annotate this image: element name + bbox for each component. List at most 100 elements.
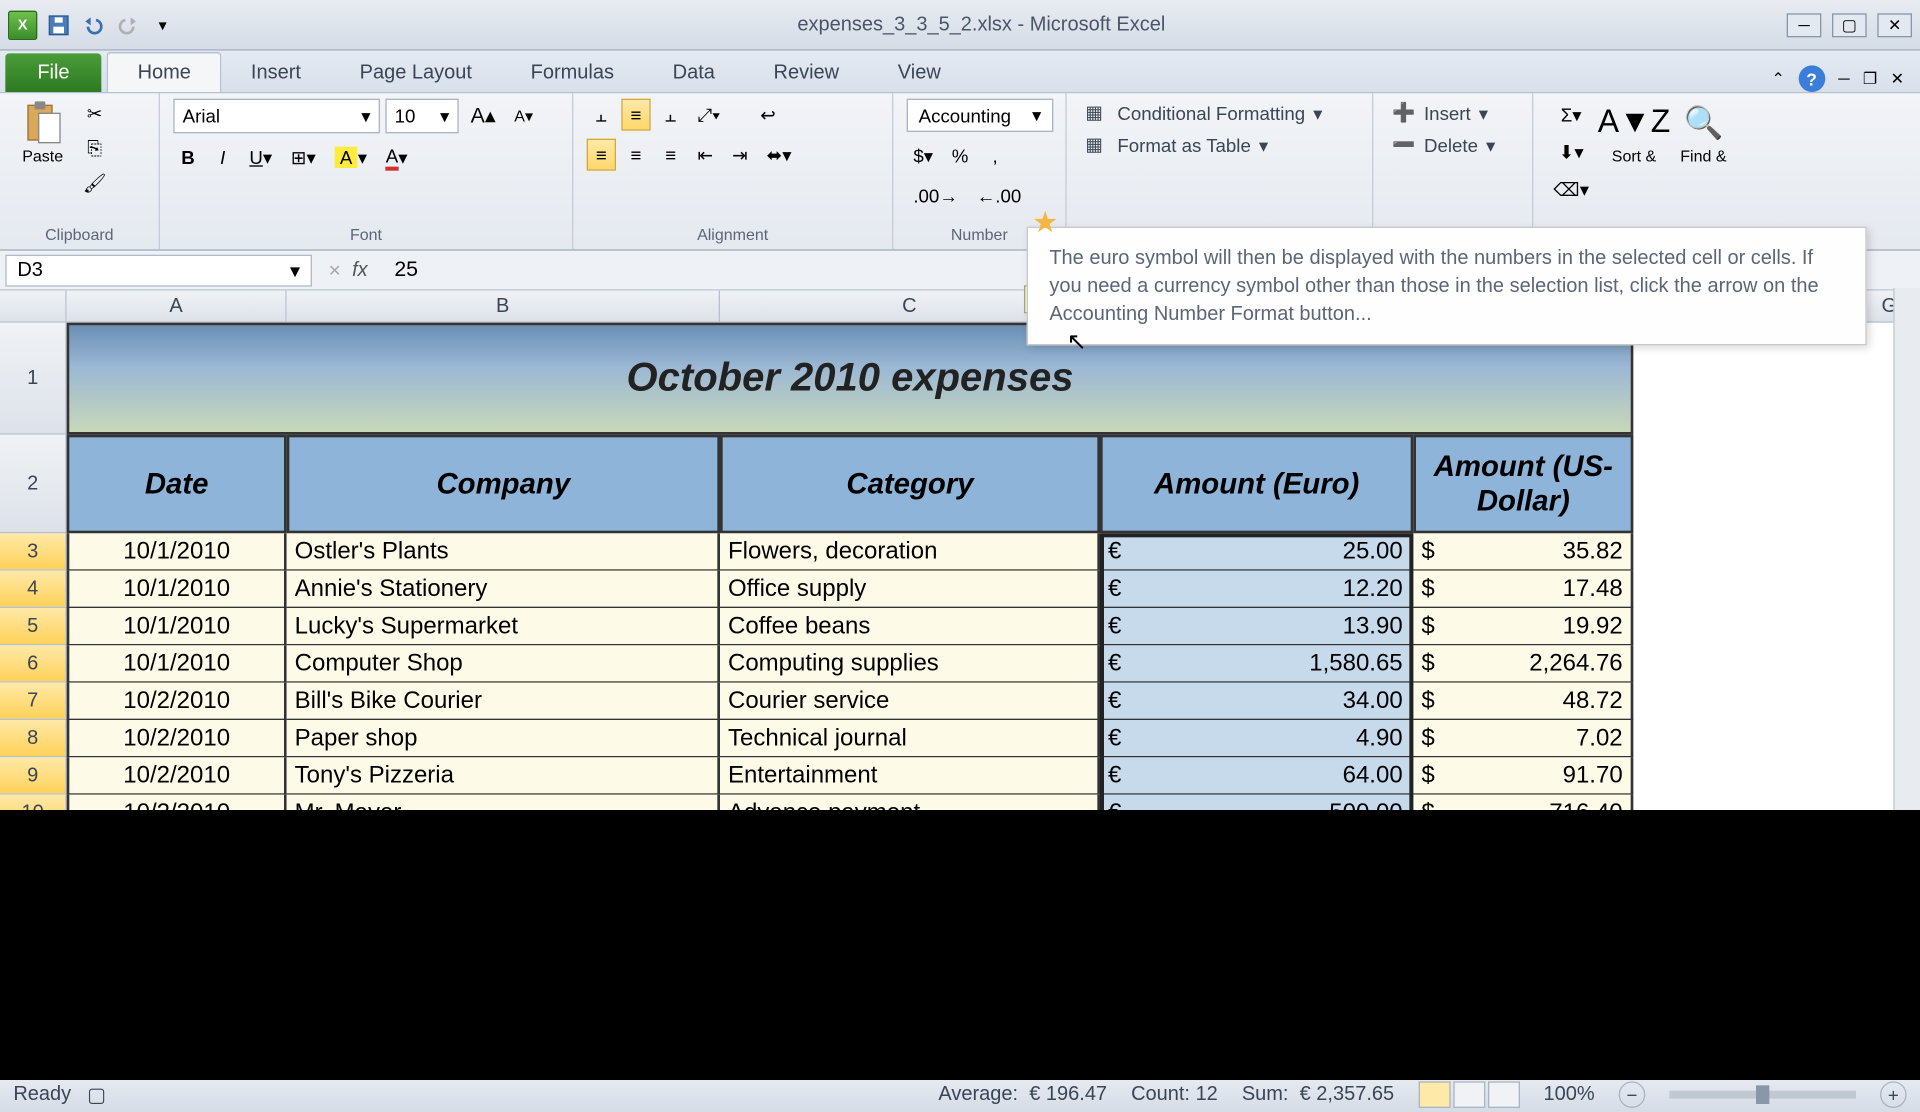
cell-category[interactable]: Entertainment	[720, 757, 1100, 794]
zoom-out-button[interactable]: −	[1619, 1081, 1646, 1108]
cell-category[interactable]: Coffee beans	[720, 608, 1100, 645]
formula-input[interactable]: 25	[378, 258, 418, 282]
align-left-icon[interactable]: ≡	[587, 139, 616, 171]
delete-cells-button[interactable]: ➖Delete ▾	[1387, 131, 1501, 160]
cell-company[interactable]: Computer Shop	[287, 645, 720, 682]
cell-company[interactable]: Ostler's Plants	[287, 533, 720, 570]
row-header-3[interactable]: 3	[0, 533, 67, 570]
find-select-button[interactable]: 🔍 Find &	[1672, 99, 1734, 168]
italic-button[interactable]: I	[208, 141, 237, 173]
merge-center-icon[interactable]: ⬌▾	[760, 139, 798, 171]
table-header-usd[interactable]: Amount (US-Dollar)	[1413, 435, 1633, 534]
undo-icon[interactable]	[80, 11, 107, 38]
align-right-icon[interactable]: ≡	[656, 139, 685, 171]
fill-icon[interactable]: ⬇▾	[1547, 136, 1596, 168]
fill-color-button[interactable]: A▾	[328, 141, 374, 173]
row-header-9[interactable]: 9	[0, 757, 67, 794]
border-button[interactable]: ⊞▾	[284, 141, 322, 173]
cell-date[interactable]: 10/2/2010	[67, 757, 287, 794]
cell-company[interactable]: Lucky's Supermarket	[287, 608, 720, 645]
underline-button[interactable]: U▾	[243, 141, 279, 173]
cell-amount-euro[interactable]: €1,580.65	[1100, 645, 1413, 682]
shrink-font-icon[interactable]: A▾	[508, 100, 540, 132]
name-box[interactable]: D3▾	[5, 254, 312, 286]
accounting-format-icon[interactable]: $▾	[907, 140, 940, 172]
cell-company[interactable]: Tony's Pizzeria	[287, 757, 720, 794]
zoom-slider[interactable]	[1669, 1090, 1856, 1098]
cell-category[interactable]: Office supply	[720, 571, 1100, 608]
zoom-in-button[interactable]: +	[1880, 1081, 1907, 1108]
cell-amount-usd[interactable]: $91.70	[1413, 757, 1633, 794]
macro-record-icon[interactable]: ▢	[87, 1082, 106, 1106]
tab-page-layout[interactable]: Page Layout	[330, 53, 501, 92]
fx-icon[interactable]: fx	[352, 259, 368, 282]
row-header-6[interactable]: 6	[0, 645, 67, 682]
orientation-icon[interactable]: ⤢▾	[691, 99, 727, 131]
tab-data[interactable]: Data	[643, 53, 744, 92]
cell-amount-usd[interactable]: $35.82	[1413, 533, 1633, 570]
sort-filter-button[interactable]: A▼Z Sort &	[1604, 99, 1664, 168]
tab-home[interactable]: Home	[107, 52, 222, 92]
cell-date[interactable]: 10/1/2010	[67, 571, 287, 608]
autosum-icon[interactable]: Σ▾	[1547, 99, 1596, 131]
tab-view[interactable]: View	[868, 53, 970, 92]
decrease-indent-icon[interactable]: ⇤	[691, 139, 720, 171]
cell-amount-euro[interactable]: €4.90	[1100, 720, 1413, 757]
bold-button[interactable]: B	[173, 141, 202, 173]
font-color-button[interactable]: A▾	[379, 141, 414, 173]
cell-amount-usd[interactable]: $7.02	[1413, 720, 1633, 757]
cell-company[interactable]: Annie's Stationery	[287, 571, 720, 608]
paste-button[interactable]: Paste	[13, 99, 72, 168]
cell-date[interactable]: 10/2/2010	[67, 683, 287, 720]
format-as-table-button[interactable]: ▦Format as Table ▾	[1080, 131, 1274, 160]
cell-amount-usd[interactable]: $48.72	[1413, 683, 1633, 720]
decrease-decimal-icon[interactable]: ←.00	[970, 180, 1028, 212]
font-name-select[interactable]: Arial▾	[173, 99, 380, 134]
tab-formulas[interactable]: Formulas	[501, 53, 643, 92]
column-header-B[interactable]: B	[287, 291, 720, 323]
table-header-date[interactable]: Date	[67, 435, 287, 534]
close-button[interactable]: ✕	[1877, 13, 1912, 37]
percent-format-icon[interactable]: %	[945, 140, 975, 172]
cell-company[interactable]: Paper shop	[287, 720, 720, 757]
doc-restore-icon[interactable]: ❐	[1863, 69, 1877, 88]
conditional-formatting-button[interactable]: ▦Conditional Formatting ▾	[1080, 99, 1328, 128]
cell-date[interactable]: 10/1/2010	[67, 645, 287, 682]
cell-category[interactable]: Technical journal	[720, 720, 1100, 757]
cell-amount-euro[interactable]: €25.00	[1100, 533, 1413, 570]
row-header-1[interactable]: 1	[0, 323, 67, 435]
increase-indent-icon[interactable]: ⇥	[725, 139, 754, 171]
cell-category[interactable]: Flowers, decoration	[720, 533, 1100, 570]
tab-file[interactable]: File	[5, 53, 101, 92]
cell-category[interactable]: Computing supplies	[720, 645, 1100, 682]
wrap-text-icon[interactable]: ↩	[753, 99, 782, 131]
cell-date[interactable]: 10/1/2010	[67, 533, 287, 570]
qat-customize-icon[interactable]: ▾	[149, 11, 176, 38]
row-header-7[interactable]: 7	[0, 683, 67, 720]
normal-view-button[interactable]	[1418, 1081, 1450, 1108]
maximize-button[interactable]: ▢	[1832, 13, 1867, 37]
grow-font-icon[interactable]: A▴	[464, 100, 502, 132]
cell-date[interactable]: 10/1/2010	[67, 608, 287, 645]
row-header-4[interactable]: 4	[0, 571, 67, 608]
minimize-button[interactable]: ─	[1787, 13, 1822, 37]
doc-minimize-icon[interactable]: ─	[1838, 69, 1849, 88]
cancel-formula-icon[interactable]: ✕	[328, 261, 341, 280]
page-break-view-button[interactable]	[1488, 1081, 1520, 1108]
align-top-icon[interactable]: ⫠	[587, 99, 616, 131]
minimize-ribbon-icon[interactable]: ⌃	[1771, 69, 1784, 88]
table-header-company[interactable]: Company	[287, 435, 720, 534]
table-header-euro[interactable]: Amount (Euro)	[1100, 435, 1413, 534]
font-size-select[interactable]: 10▾	[385, 99, 458, 134]
align-center-icon[interactable]: ≡	[621, 139, 650, 171]
comma-format-icon[interactable]: ,	[980, 140, 1009, 172]
clear-icon[interactable]: ⌫▾	[1547, 173, 1596, 205]
row-header-8[interactable]: 8	[0, 720, 67, 757]
cell-date[interactable]: 10/2/2010	[67, 720, 287, 757]
cell-amount-usd[interactable]: $19.92	[1413, 608, 1633, 645]
align-middle-icon[interactable]: ≡	[621, 99, 650, 131]
cell-amount-euro[interactable]: €34.00	[1100, 683, 1413, 720]
cell-category[interactable]: Courier service	[720, 683, 1100, 720]
insert-cells-button[interactable]: ➕Insert ▾	[1387, 99, 1494, 128]
tab-insert[interactable]: Insert	[222, 53, 331, 92]
